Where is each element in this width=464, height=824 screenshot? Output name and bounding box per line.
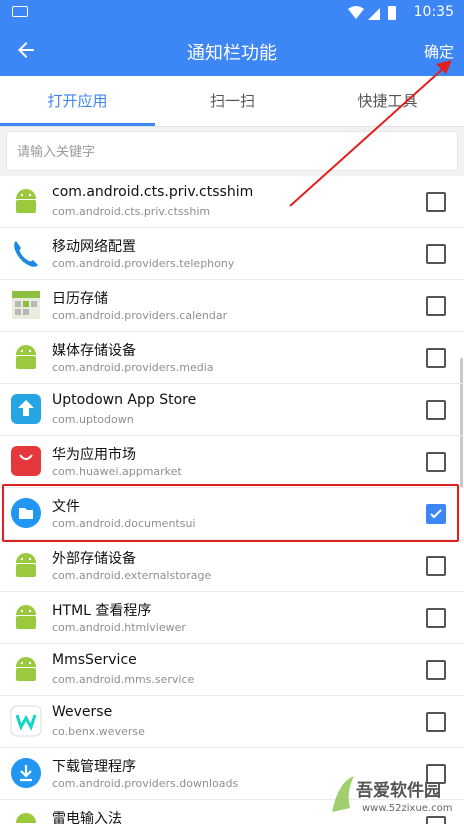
folder-icon bbox=[11, 498, 41, 528]
list-item[interactable]: 媒体存储设备 com.android.providers.media bbox=[0, 332, 464, 384]
app-package: com.uptodown bbox=[52, 413, 134, 426]
app-checkbox[interactable] bbox=[426, 660, 446, 680]
app-checkbox[interactable] bbox=[426, 400, 446, 420]
app-checkbox[interactable] bbox=[426, 348, 446, 368]
watermark-text: 吾爱软件园 bbox=[356, 781, 441, 801]
phone-icon bbox=[14, 241, 38, 267]
app-name: Uptodown App Store bbox=[52, 392, 197, 408]
tab-bar: 打开应用 扫一扫 快捷工具 bbox=[0, 76, 464, 127]
list-item[interactable]: MmsService com.android.mms.service bbox=[0, 644, 464, 696]
app-package: com.android.documentsui bbox=[52, 517, 196, 530]
app-package: com.android.providers.downloads bbox=[52, 777, 239, 790]
list-item[interactable]: 外部存储设备 com.android.externalstorage bbox=[0, 540, 464, 592]
app-name: HTML 查看程序 bbox=[52, 603, 152, 619]
calendar-storage-icon bbox=[12, 291, 40, 319]
keyboard-icon bbox=[12, 6, 28, 17]
huawei-appmarket-icon bbox=[11, 446, 41, 476]
app-checkbox[interactable] bbox=[426, 244, 446, 264]
app-name: 文件 bbox=[52, 499, 80, 515]
page-title: 通知栏功能 bbox=[187, 43, 277, 64]
app-name: 日历存储 bbox=[52, 291, 108, 307]
app-name: 华为应用市场 bbox=[52, 447, 136, 463]
app-package: com.android.mms.service bbox=[52, 673, 195, 686]
wifi-icon bbox=[348, 6, 364, 19]
tab-open-app[interactable]: 打开应用 bbox=[0, 76, 155, 126]
app-bar: 通知栏功能 确定 bbox=[0, 26, 464, 76]
status-icons bbox=[348, 6, 396, 20]
app-package: com.android.externalstorage bbox=[52, 569, 212, 582]
search-box bbox=[6, 131, 458, 172]
tab-quick-tools[interactable]: 快捷工具 bbox=[310, 76, 464, 126]
app-package: com.huawei.appmarket bbox=[52, 465, 182, 478]
app-name: 下载管理程序 bbox=[52, 759, 136, 775]
app-checkbox[interactable] bbox=[426, 556, 446, 576]
app-checkbox[interactable] bbox=[426, 452, 446, 472]
android-icon bbox=[16, 189, 36, 213]
android-icon bbox=[16, 345, 36, 369]
tab-scan[interactable]: 扫一扫 bbox=[155, 76, 310, 126]
app-checkbox[interactable] bbox=[426, 712, 446, 732]
app-package: com.android.providers.telephony bbox=[52, 257, 235, 270]
app-package: com.android.providers.calendar bbox=[52, 309, 228, 322]
android-icon bbox=[16, 553, 36, 577]
list-item[interactable]: com.android.cts.priv.ctsshim com.android… bbox=[0, 176, 464, 228]
list-item[interactable]: Weverse co.benx.weverse bbox=[0, 696, 464, 748]
uptodown-icon bbox=[11, 394, 41, 424]
app-name: 媒体存储设备 bbox=[52, 343, 136, 359]
list-item[interactable]: 日历存储 com.android.providers.calendar bbox=[0, 280, 464, 332]
checkmark-icon bbox=[430, 509, 442, 519]
tab-indicator bbox=[0, 123, 155, 126]
app-checkbox-checked[interactable] bbox=[426, 504, 446, 524]
app-name: MmsService bbox=[52, 652, 137, 668]
app-list: com.android.cts.priv.ctsshim com.android… bbox=[0, 176, 464, 824]
list-item[interactable]: HTML 查看程序 com.android.htmlviewer bbox=[0, 592, 464, 644]
android-icon bbox=[16, 657, 36, 681]
app-checkbox[interactable] bbox=[426, 608, 446, 628]
app-checkbox[interactable] bbox=[426, 296, 446, 316]
app-name: 移动网络配置 bbox=[52, 239, 136, 255]
signal-icon bbox=[368, 8, 380, 20]
battery-icon bbox=[388, 6, 396, 20]
list-item[interactable]: Uptodown App Store com.uptodown bbox=[0, 384, 464, 436]
app-package: co.benx.weverse bbox=[52, 725, 145, 738]
app-package: com.android.providers.media bbox=[52, 361, 214, 374]
app-name: com.android.cts.priv.ctsshim bbox=[52, 184, 254, 200]
watermark-url: www.52zixue.com bbox=[362, 803, 453, 814]
list-item[interactable]: 文件 com.android.documentsui bbox=[0, 488, 464, 540]
app-package: com.android.htmlviewer bbox=[52, 621, 186, 634]
confirm-button[interactable]: 确定 bbox=[424, 41, 454, 62]
app-name: Weverse bbox=[52, 704, 113, 720]
app-name: 雷电输入法 bbox=[52, 811, 122, 824]
search-input[interactable] bbox=[15, 132, 439, 172]
list-item[interactable]: 移动网络配置 com.android.providers.telephony bbox=[0, 228, 464, 280]
download-icon bbox=[11, 758, 41, 788]
list-item[interactable]: 华为应用市场 com.huawei.appmarket bbox=[0, 436, 464, 488]
watermark-logo-icon bbox=[332, 776, 354, 812]
app-package: com.android.cts.priv.ctsshim bbox=[52, 205, 211, 218]
android-icon bbox=[16, 605, 36, 629]
weverse-icon bbox=[10, 705, 42, 737]
android-icon bbox=[16, 813, 36, 823]
app-checkbox[interactable] bbox=[426, 192, 446, 212]
watermark: 吾爱软件园 www.52zixue.com bbox=[328, 768, 462, 822]
status-time: 10:35 bbox=[413, 4, 454, 20]
app-name: 外部存储设备 bbox=[52, 551, 136, 567]
status-bar: 10:35 bbox=[0, 0, 464, 26]
